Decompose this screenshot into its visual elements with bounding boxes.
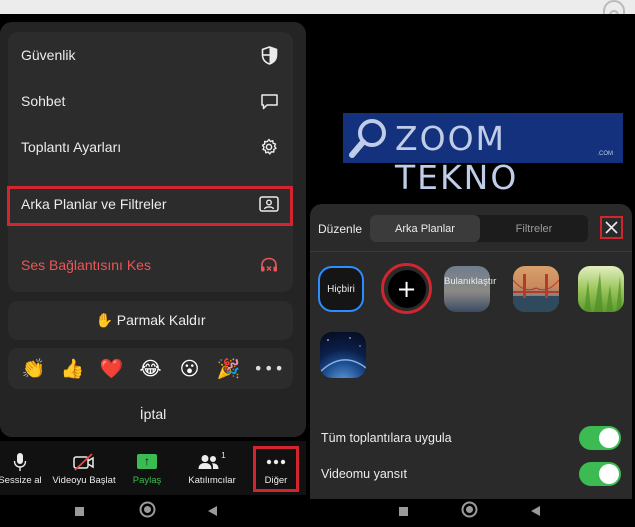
gear-icon — [259, 137, 279, 157]
background-bridge[interactable] — [513, 266, 559, 312]
reaction-wow[interactable]: 😮 — [176, 358, 204, 380]
participants-count: 1 — [221, 451, 226, 460]
android-nav-bar-right — [310, 495, 635, 527]
raise-hand-button[interactable]: ✋ Parmak Kaldır — [8, 301, 293, 340]
backgrounds-tabs: Arka Planlar Filtreler — [370, 215, 588, 242]
back-nav-icon[interactable] — [530, 504, 541, 522]
mirror-video-row: Videomu yansıt — [321, 462, 621, 486]
menu-item-disconnect-audio[interactable]: Ses Bağlantısını Kes — [8, 242, 293, 288]
edit-button[interactable]: Düzenle — [318, 222, 362, 236]
background-none[interactable]: Hiçbiri — [318, 266, 364, 312]
screen: Güvenlik Sohbet Toplantı Ayarları Arka P… — [0, 14, 635, 527]
menu-item-meeting-settings[interactable]: Toplantı Ayarları — [8, 124, 293, 170]
start-video-button[interactable]: Videoyu Başlat — [52, 441, 116, 495]
reaction-thumbs-up[interactable]: 👍 — [59, 357, 87, 380]
microphone-icon — [13, 451, 27, 473]
backgrounds-panel: Düzenle Arka Planlar Filtreler Hiçbiri +… — [310, 204, 632, 499]
logo-text: ZOOM TEKNO — [395, 119, 519, 197]
android-nav-bar-left — [0, 495, 306, 527]
reaction-heart[interactable]: ❤️ — [98, 357, 126, 380]
logo-subtext: .COM — [597, 151, 613, 157]
participants-icon: 1 — [198, 451, 226, 473]
recents-nav-icon[interactable] — [398, 504, 409, 522]
reaction-tada[interactable]: 🎉 — [215, 357, 243, 380]
magnifier-icon — [349, 119, 386, 158]
menu-item-label: Toplantı Ayarları — [21, 139, 122, 155]
screenshot-frame: Güvenlik Sohbet Toplantı Ayarları Arka P… — [0, 0, 635, 527]
reaction-joy[interactable]: 😂 — [137, 358, 165, 380]
more-menu-panel: Güvenlik Sohbet Toplantı Ayarları Arka P… — [0, 22, 306, 437]
tab-filters[interactable]: Filtreler — [480, 215, 588, 242]
menu-group: Güvenlik Sohbet Toplantı Ayarları Arka P… — [7, 32, 293, 292]
share-button[interactable]: ↑ Paylaş — [130, 441, 164, 495]
menu-item-label: Sohbet — [21, 93, 66, 109]
backgrounds-header: Düzenle Arka Planlar Filtreler — [310, 204, 632, 252]
reactions-bar: 👏 👍 ❤️ 😂 😮 🎉 ••• — [8, 348, 293, 389]
blur-label: Bulanıklaştır — [444, 276, 497, 287]
chat-bubble-icon — [259, 91, 279, 111]
recents-nav-icon[interactable] — [74, 504, 85, 522]
back-nav-icon[interactable] — [207, 504, 218, 522]
menu-item-label: Ses Bağlantısını Kes — [21, 257, 151, 273]
mirror-video-toggle[interactable] — [579, 462, 621, 486]
cancel-button[interactable]: İptal — [0, 394, 306, 434]
tab-backgrounds[interactable]: Arka Planlar — [370, 215, 480, 242]
video-off-icon — [72, 451, 96, 473]
reactions-more-button[interactable]: ••• — [254, 359, 284, 378]
close-icon — [605, 221, 618, 234]
participants-label: Katılımcılar — [188, 474, 236, 486]
home-nav-icon[interactable] — [461, 501, 478, 523]
add-background-button[interactable]: + — [381, 263, 432, 314]
reaction-clap[interactable]: 👏 — [20, 357, 48, 380]
share-arrow-icon: ↑ — [137, 451, 157, 473]
highlight-box — [7, 186, 293, 226]
participants-button[interactable]: 1 Katılımcılar — [184, 441, 240, 495]
plus-icon: + — [387, 269, 426, 308]
headphones-off-icon — [259, 255, 279, 275]
home-nav-icon[interactable] — [139, 501, 156, 523]
share-label: Paylaş — [132, 474, 162, 486]
zoom-tekno-logo: ZOOM TEKNO .COM — [343, 113, 623, 197]
start-video-label: Videoyu Başlat — [52, 474, 116, 486]
menu-item-label: Güvenlik — [21, 47, 76, 63]
apply-all-toggle[interactable] — [579, 426, 621, 450]
background-earth[interactable] — [320, 332, 366, 378]
menu-item-security[interactable]: Güvenlik — [8, 32, 293, 78]
apply-all-label: Tüm toplantılara uygula — [321, 431, 452, 445]
close-button[interactable] — [600, 216, 623, 239]
mute-label: Sessize al — [0, 474, 42, 486]
mirror-video-label: Videomu yansıt — [321, 467, 407, 481]
apply-all-meetings-row: Tüm toplantılara uygula — [321, 426, 621, 450]
mute-button[interactable]: Sessize al — [0, 441, 42, 495]
background-blur[interactable] — [444, 266, 490, 312]
shield-icon — [259, 45, 279, 65]
background-grass[interactable] — [578, 266, 624, 312]
menu-item-chat[interactable]: Sohbet — [8, 78, 293, 124]
more-highlight-box — [253, 446, 299, 492]
